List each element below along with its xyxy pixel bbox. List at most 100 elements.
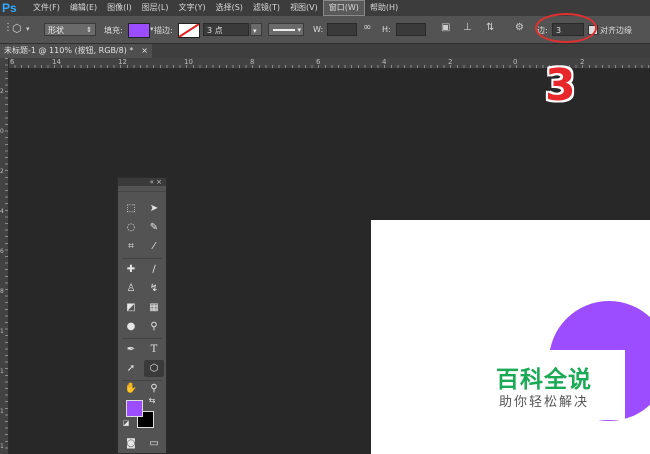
ruler-tick-label: 2 [0,88,4,95]
close-icon[interactable]: × [141,44,148,58]
default-colors-icon[interactable]: ◪ [120,418,132,428]
ruler-tick-label: 6 [0,248,4,255]
ruler-tick-label: 2 [448,58,453,66]
ruler-tick-label: 14 [52,58,61,66]
path-arrangement-icon[interactable]: ⇅ [486,22,494,33]
height-field[interactable] [396,23,426,36]
ruler-tick-label: 6 [10,58,15,66]
screen-mode-icon[interactable]: ▭ [144,435,164,452]
ruler-tick-label: 6 [316,58,321,66]
history-brush-tool-icon[interactable]: ↯ [144,280,164,297]
tool-divider [122,338,162,339]
blur-tool-icon[interactable]: ● [121,318,141,335]
path-operations-icon[interactable]: ▣ [441,22,450,33]
ruler-tick-label: 4 [382,58,387,66]
fill-color-fill [129,24,149,37]
preset-chevron-down-icon[interactable]: ▾ [26,25,30,33]
stroke-label: 描边: [154,26,173,35]
ruler-tick-label: 8 [0,288,4,295]
tool-divider [122,258,162,259]
ruler-tick-label: 8 [250,58,255,66]
fill-chevron-down-icon[interactable]: ▾ [150,25,154,33]
annotation-ellipse [535,13,597,43]
type-tool-icon[interactable]: T [144,341,164,358]
align-edges-label: 对齐边缘 [600,26,632,35]
ruler-tick-label: 2 [0,168,4,175]
document-canvas[interactable] [371,220,650,454]
healing-brush-tool-icon[interactable]: ✚ [121,261,141,278]
foreground-color-swatch[interactable] [126,400,143,417]
width-label: W: [313,25,324,34]
ruler-tick-label: 0 [513,58,518,66]
ruler-tick-label: 2 [580,58,585,66]
tool-mode-value: 形状 [48,26,64,35]
eraser-tool-icon[interactable]: ◩ [121,299,141,316]
menu-image[interactable]: 图像(I) [102,1,137,15]
ruler-tick-label: 1 [0,408,4,415]
gradient-tool-icon[interactable]: ▦ [144,299,164,316]
stroke-width-chevron-down-icon: ▾ [253,27,257,35]
fill-label: 填充: [104,26,123,35]
menu-type[interactable]: 文字(Y) [173,1,210,15]
menu-filter[interactable]: 滤镜(T) [248,1,285,15]
zoom-tool-icon[interactable]: ⚲ [144,380,164,397]
clone-stamp-tool-icon[interactable]: ♙ [121,280,141,297]
updown-arrow-icon: ⇕ [86,26,92,34]
ruler-tick-label: 1 [0,328,4,335]
ruler-tick-label: 0 [0,128,4,135]
stroke-width-dropdown[interactable]: ▾ [250,23,262,36]
watermark-title: 百科全说 [496,367,592,393]
brush-tool-icon[interactable]: ∕ [144,261,164,278]
ruler-tick-label: 1 [0,443,4,450]
lasso-tool-icon[interactable]: ◌ [121,219,141,236]
stroke-color-swatch[interactable] [178,23,200,38]
polygon-tool-preset-icon[interactable]: ⬡ [12,22,22,35]
photoshop-logo: Ps [2,1,17,15]
menu-view[interactable]: 视图(V) [285,1,323,15]
menu-file[interactable]: 文件(F) [28,1,65,15]
stroke-type-chevron-down-icon: ▾ [297,26,301,34]
marquee-tool-icon[interactable]: ⬚ [121,200,141,217]
watermark: 百科全说 助你轻松解决 [483,366,605,412]
menu-help[interactable]: 帮助(H) [365,1,403,15]
menu-edit[interactable]: 编辑(E) [65,1,102,15]
menu-window[interactable]: 窗口(W) [322,0,365,16]
tools-panel: « × ⬚ ➤ ◌ ✎ ⌗ ⁄ ✚ ∕ ♙ ↯ ◩ ▦ ● ⚲ ✒ T ➚ ⬡ … [117,177,167,454]
tool-mode-select[interactable]: 形状 ⇕ [44,23,96,36]
document-tab[interactable]: 未标题-1 @ 110% (按钮, RGB/8) * × [0,44,152,58]
path-alignment-icon[interactable]: ⊥ [463,22,472,33]
stroke-width-value: 3 点 [207,26,223,35]
fill-color-swatch[interactable] [128,23,150,38]
menu-layer[interactable]: 图层(L) [137,1,174,15]
crop-tool-icon[interactable]: ⌗ [121,238,141,255]
quick-selection-tool-icon[interactable]: ✎ [144,219,164,236]
dodge-tool-icon[interactable]: ⚲ [144,318,164,335]
watermark-subtitle: 助你轻松解决 [498,395,589,410]
eyedropper-tool-icon[interactable]: ⁄ [144,238,164,255]
move-tool-icon[interactable]: ➤ [144,200,164,217]
stroke-type-select[interactable]: ▾ [268,23,304,36]
stroke-line-preview-icon [273,29,295,31]
hand-tool-icon[interactable]: ✋ [121,380,141,397]
tools-panel-grip[interactable] [118,186,166,192]
menu-select[interactable]: 选择(S) [211,1,248,15]
path-selection-tool-icon[interactable]: ➚ [121,360,141,377]
quick-mask-icon[interactable]: ◙ [121,435,141,452]
link-chain-icon[interactable]: ∞ [363,22,371,33]
annotation-step-number: 3 [545,60,576,111]
vertical-ruler[interactable]: 2 0 2 4 6 8 1 1 1 1 [0,58,9,454]
polygon-tool-icon[interactable]: ⬡ [144,360,164,377]
swap-colors-icon[interactable]: ⇆ [146,396,158,406]
gear-icon[interactable]: ⚙ [515,22,524,33]
width-field[interactable] [327,23,357,36]
tools-panel-header[interactable]: « × [118,178,166,186]
pen-tool-icon[interactable]: ✒ [121,341,141,358]
ruler-tick-label: 4 [0,208,4,215]
ruler-tick-label: 12 [118,58,127,66]
ruler-tick-label: 1 [0,368,4,375]
stroke-width-field[interactable]: 3 点 [203,23,249,36]
document-tab-bar: 未标题-1 @ 110% (按钮, RGB/8) * × [0,44,650,58]
document-tab-title: 未标题-1 @ 110% (按钮, RGB/8) * [4,46,134,55]
ruler-tick-label: 10 [184,58,193,66]
height-label: H: [382,25,391,34]
